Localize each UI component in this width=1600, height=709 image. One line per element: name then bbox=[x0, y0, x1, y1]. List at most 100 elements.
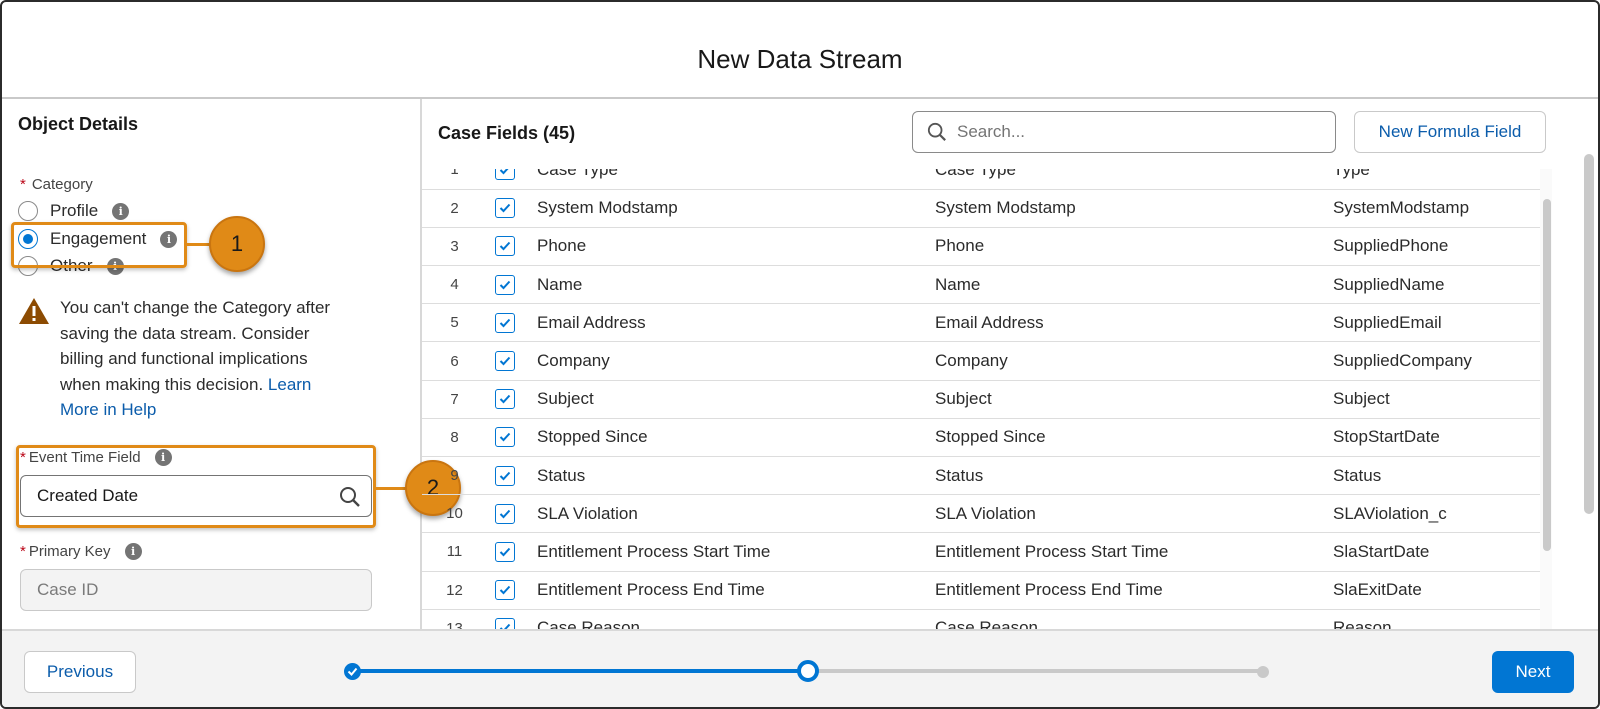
field-api-name: SuppliedName bbox=[1333, 265, 1552, 305]
modal-footer: Previous Next bbox=[2, 629, 1598, 707]
callout-connector-2 bbox=[376, 487, 408, 490]
field-name: Case Type bbox=[935, 169, 1333, 190]
field-name: Company bbox=[935, 341, 1333, 381]
field-api-name: SLAViolation_c bbox=[1333, 494, 1552, 534]
table-scrollbar-thumb[interactable] bbox=[1543, 199, 1551, 551]
row-checkbox[interactable] bbox=[495, 465, 515, 486]
row-checkbox-cell[interactable] bbox=[487, 303, 537, 343]
table-row[interactable]: 7 Subject Subject Subject bbox=[422, 380, 1552, 419]
check-icon bbox=[499, 509, 511, 519]
check-icon bbox=[347, 667, 358, 676]
new-formula-field-button[interactable]: New Formula Field bbox=[1354, 111, 1546, 153]
field-api-name: Subject bbox=[1333, 380, 1552, 419]
field-label: Case Reason bbox=[537, 609, 935, 629]
field-search-box[interactable] bbox=[912, 111, 1336, 153]
info-icon[interactable]: i bbox=[124, 543, 142, 560]
row-checkbox[interactable] bbox=[495, 198, 515, 219]
table-row[interactable]: 1 Case Type Case Type Type bbox=[422, 169, 1552, 190]
table-row[interactable]: 10 SLA Violation SLA Violation SLAViolation… bbox=[422, 494, 1552, 534]
previous-button[interactable]: Previous bbox=[24, 651, 136, 693]
row-number: 11 bbox=[422, 532, 487, 572]
table-row[interactable]: 5 Email Address Email Address SuppliedEmail bbox=[422, 303, 1552, 343]
field-name: Entitlement Process End Time bbox=[935, 571, 1333, 610]
row-checkbox[interactable] bbox=[495, 618, 515, 629]
primary-key-value: Case ID bbox=[37, 580, 99, 599]
step-3-pending[interactable] bbox=[1257, 666, 1269, 678]
row-checkbox-cell[interactable] bbox=[487, 418, 537, 458]
table-row[interactable]: 11 Entitlement Process Start Time Entitlem… bbox=[422, 532, 1552, 572]
row-checkbox-cell[interactable] bbox=[487, 380, 537, 419]
check-icon bbox=[499, 585, 511, 595]
row-checkbox[interactable] bbox=[495, 351, 515, 372]
step-1-complete[interactable] bbox=[344, 663, 361, 680]
field-name: Name bbox=[935, 265, 1333, 305]
field-label: Phone bbox=[537, 227, 935, 267]
field-name: Subject bbox=[935, 380, 1333, 419]
row-checkbox-cell[interactable] bbox=[487, 341, 537, 381]
radio-button[interactable] bbox=[18, 201, 38, 221]
field-api-name: SuppliedPhone bbox=[1333, 227, 1552, 267]
info-icon[interactable]: i bbox=[112, 202, 130, 220]
search-input[interactable] bbox=[957, 122, 1297, 142]
row-checkbox-cell[interactable] bbox=[487, 571, 537, 610]
field-name: Email Address bbox=[935, 303, 1333, 343]
row-number: 3 bbox=[422, 227, 487, 267]
table-row[interactable]: 13 Case Reason Case Reason Reason bbox=[422, 609, 1552, 629]
row-number: 6 bbox=[422, 341, 487, 381]
field-api-name: SuppliedEmail bbox=[1333, 303, 1552, 343]
table-row[interactable]: 12 Entitlement Process End Time Entitlemen… bbox=[422, 571, 1552, 610]
primary-key-field: Case ID bbox=[20, 569, 372, 611]
modal-title: New Data Stream bbox=[697, 44, 903, 74]
callout-box-1 bbox=[11, 222, 187, 268]
row-checkbox[interactable] bbox=[495, 312, 515, 333]
row-checkbox-cell[interactable] bbox=[487, 456, 537, 496]
row-checkbox[interactable] bbox=[495, 389, 515, 410]
row-number: 9 bbox=[422, 456, 487, 496]
row-number: 10 bbox=[422, 494, 487, 534]
field-api-name: SlaStartDate bbox=[1333, 532, 1552, 572]
check-icon bbox=[499, 318, 511, 328]
table-row[interactable]: 3 Phone Phone SuppliedPhone bbox=[422, 227, 1552, 267]
field-api-name: Reason bbox=[1333, 609, 1552, 629]
row-number: 1 bbox=[422, 169, 487, 190]
row-checkbox[interactable] bbox=[495, 580, 515, 601]
row-checkbox-cell[interactable] bbox=[487, 189, 537, 228]
row-checkbox[interactable] bbox=[495, 169, 515, 180]
table-row[interactable]: 4 Name Name SuppliedName bbox=[422, 265, 1552, 305]
field-name: Entitlement Process Start Time bbox=[935, 532, 1333, 572]
check-icon bbox=[499, 433, 511, 442]
search-icon bbox=[927, 122, 946, 141]
table-row[interactable]: 9 Status Status Status bbox=[422, 456, 1552, 496]
row-checkbox[interactable] bbox=[495, 541, 515, 562]
panel-scrollbar[interactable] bbox=[1584, 154, 1594, 514]
warning-icon bbox=[19, 298, 49, 324]
row-checkbox[interactable] bbox=[495, 236, 515, 257]
case-fields-panel: Case Fields (45) New Formula Field 1 Case… bbox=[422, 99, 1598, 629]
field-label: Status bbox=[537, 456, 935, 496]
check-icon bbox=[499, 242, 511, 251]
radio-profile[interactable]: Profile i bbox=[18, 201, 130, 221]
field-name: Status bbox=[935, 456, 1333, 496]
row-checkbox-cell[interactable] bbox=[487, 265, 537, 305]
field-name: Phone bbox=[935, 227, 1333, 267]
row-checkbox-cell[interactable] bbox=[487, 169, 537, 190]
row-number: 5 bbox=[422, 303, 487, 343]
row-checkbox-cell[interactable] bbox=[487, 532, 537, 572]
table-row[interactable]: 2 System Modstamp System Modstamp SystemMod… bbox=[422, 189, 1552, 228]
primary-key-label: * Primary Key i bbox=[20, 543, 142, 560]
field-name: Case Reason bbox=[935, 609, 1333, 629]
check-icon bbox=[499, 204, 511, 213]
row-checkbox-cell[interactable] bbox=[487, 494, 537, 534]
row-checkbox[interactable] bbox=[495, 427, 515, 448]
row-checkbox-cell[interactable] bbox=[487, 609, 537, 629]
check-icon bbox=[499, 395, 511, 404]
field-label: Subject bbox=[537, 380, 935, 419]
step-2-current[interactable] bbox=[797, 660, 819, 682]
table-row[interactable]: 8 Stopped Since Stopped Since StopStartDate bbox=[422, 418, 1552, 458]
next-button[interactable]: Next bbox=[1492, 651, 1574, 693]
row-number: 4 bbox=[422, 265, 487, 305]
row-checkbox[interactable] bbox=[495, 274, 515, 295]
table-row[interactable]: 6 Company Company SuppliedCompany bbox=[422, 341, 1552, 381]
row-checkbox[interactable] bbox=[495, 503, 515, 524]
row-checkbox-cell[interactable] bbox=[487, 227, 537, 267]
